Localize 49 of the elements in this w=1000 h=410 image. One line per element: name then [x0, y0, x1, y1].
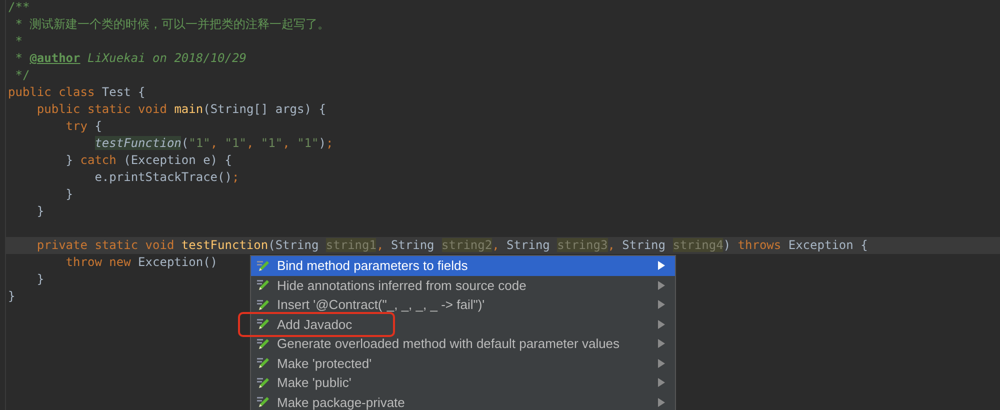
code-line: public class Test { [8, 85, 146, 99]
pencil-icon [256, 395, 272, 410]
menu-item-label: Make 'public' [277, 374, 352, 392]
submenu-arrow-icon [658, 398, 665, 407]
code-line: /** [8, 0, 30, 14]
code-line: * 测试新建一个类的时候，可以一并把类的注释一起写了。 [14, 17, 330, 31]
code-line: } [64, 187, 74, 201]
code-line: testFunction("1", "1", "1", "1"); [94, 136, 334, 150]
menu-item[interactable]: Make package-private [251, 392, 675, 410]
submenu-arrow-icon [658, 280, 665, 290]
code-line: * [14, 34, 22, 48]
submenu-arrow-icon [658, 261, 665, 270]
code-line: } catch (Exception e) { [64, 153, 232, 167]
menu-item-label: Make 'protected' [277, 354, 373, 373]
menu-item-label: Hide annotations inferred from source code [277, 276, 528, 294]
submenu-arrow-icon [658, 320, 665, 329]
pencil-icon [256, 317, 272, 332]
code-line: e.printStackTrace(); [94, 170, 240, 184]
pencil-icon [256, 376, 272, 390]
menu-item[interactable]: Hide annotations inferred from source code [251, 276, 675, 295]
menu-item-label: Make package-private [277, 394, 406, 410]
menu-item-label: Bind method parameters to fields [277, 257, 469, 275]
code-line: } [36, 204, 44, 218]
submenu-arrow-icon [658, 339, 665, 348]
menu-item[interactable]: Insert '@Contract("_, _, _, _ -> fail")' [251, 295, 675, 314]
code-line: } [8, 289, 16, 303]
pencil-icon [256, 356, 272, 370]
pencil-icon [256, 278, 272, 292]
menu-item[interactable]: Bind method parameters to fields [251, 256, 675, 276]
code-line: try { [64, 119, 102, 133]
code-line: * @author LiXuekai on 2018/10/29 [14, 51, 246, 65]
pencil-icon [256, 258, 272, 273]
pencil-icon [256, 298, 272, 312]
menu-item-label: Generate overloaded method with default parameter values [277, 335, 621, 353]
submenu-arrow-icon [658, 358, 665, 368]
submenu-arrow-icon [658, 378, 665, 388]
code-line: } [36, 272, 44, 286]
menu-item-label: Insert '@Contract("_, _, _, _ -> fail")' [277, 296, 486, 314]
submenu-arrow-icon [658, 300, 665, 310]
menu-item[interactable]: Add Javadoc [251, 314, 675, 334]
menu-item-label: Add Javadoc [277, 316, 354, 334]
code-line: private static void testFunction(String string1, String string2, String string3, String string4) throws Exception { [36, 238, 868, 252]
menu-item[interactable]: Make 'public' [251, 373, 675, 392]
menu-item[interactable]: Generate overloaded method with default parameter values [251, 334, 675, 354]
menu-item[interactable]: Make 'protected' [251, 354, 675, 373]
pencil-icon [256, 336, 272, 351]
code-line: throw new Exception() [64, 255, 218, 269]
code-line: */ [14, 68, 30, 82]
code-line: public static void main(String[] args) { [36, 102, 326, 116]
